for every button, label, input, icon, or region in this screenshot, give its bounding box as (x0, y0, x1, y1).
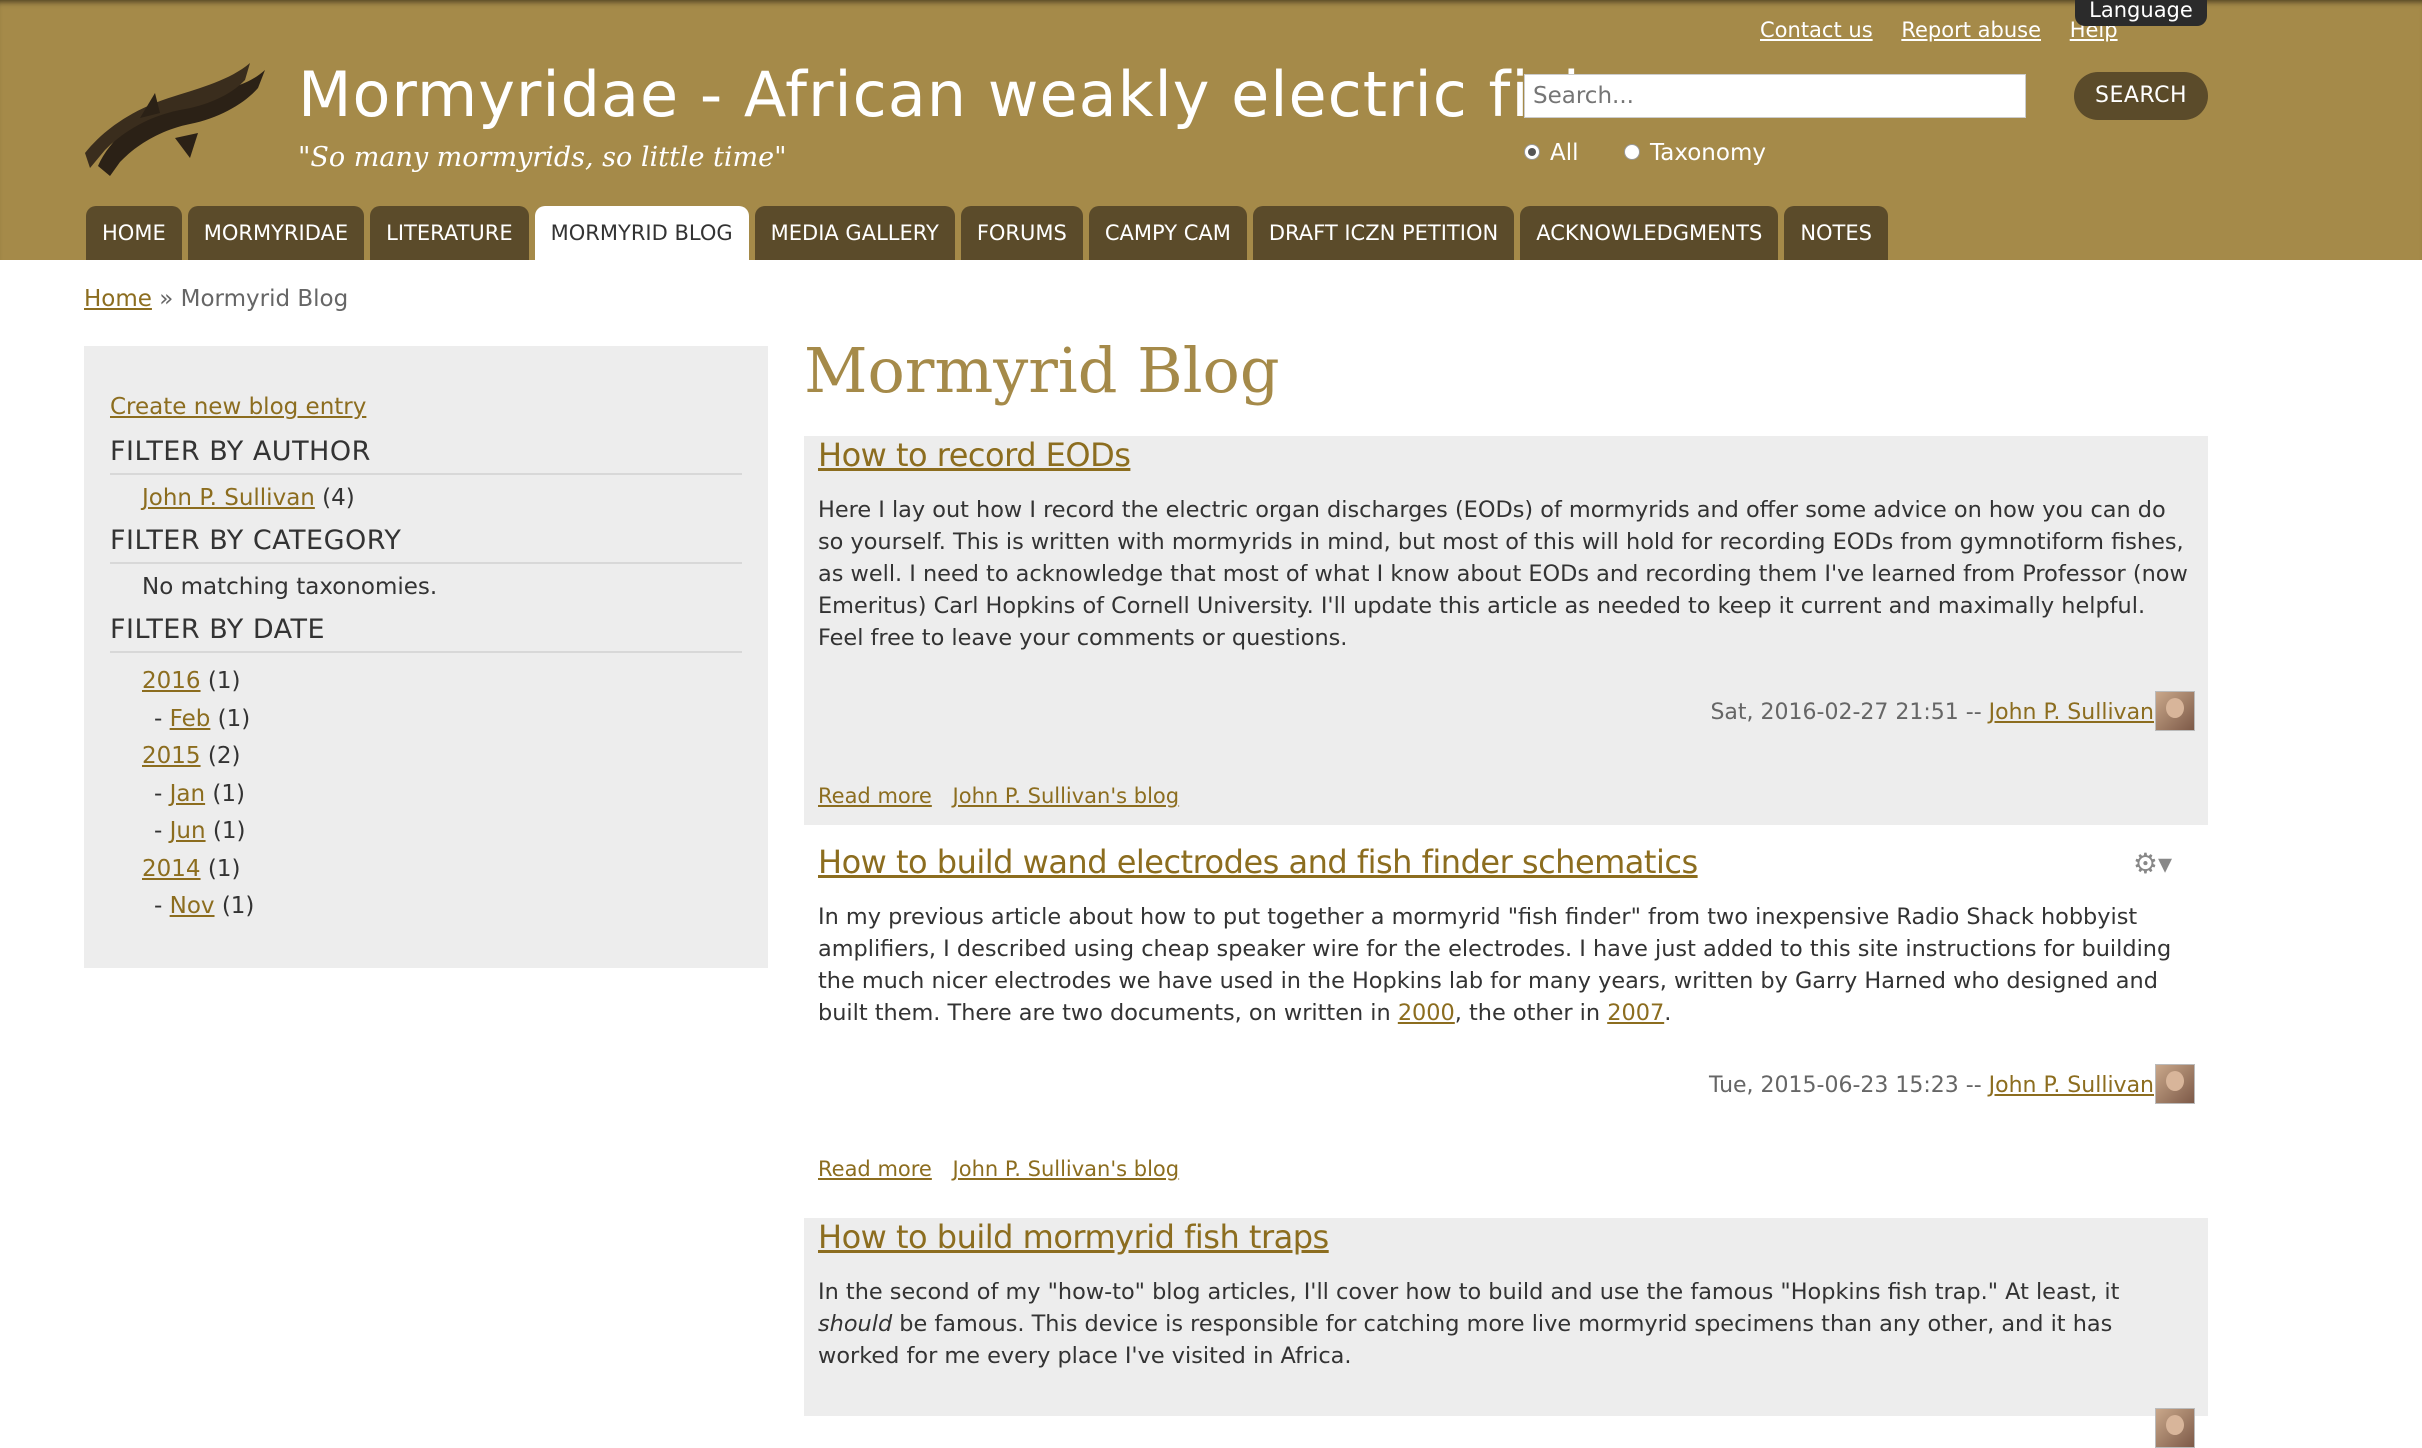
post-title-link[interactable]: How to build mormyrid fish traps (818, 1218, 1329, 1256)
search-input[interactable] (1524, 74, 2026, 118)
date-count: (1) (221, 893, 255, 919)
date-filter-link[interactable]: Jun (170, 818, 206, 844)
tab-home[interactable]: HOME (86, 206, 182, 260)
search-option-taxonomy[interactable]: Taxonomy (1624, 140, 1766, 166)
tab-campy-cam[interactable]: CAMPY CAM (1088, 206, 1247, 260)
post-meta: Sat, 2016-02-27 21:51 -- John P. Sulliva… (1710, 700, 2154, 725)
post-body-text: In the second of my "how-to" blog articl… (818, 1279, 2120, 1305)
date-prefix: - (154, 818, 170, 844)
post-body: Here I lay out how I record the electric… (818, 497, 2188, 651)
search-option-label: All (1550, 140, 1579, 166)
gear-icon[interactable]: ⚙▾ (2133, 847, 2172, 880)
radio-checked-icon[interactable] (1524, 143, 1540, 160)
filter-date-list: 2016 (1) - Feb (1) 2015 (2) - Jan (1) - … (110, 663, 742, 926)
date-count: (1) (212, 780, 245, 807)
read-more-link[interactable]: Read more (818, 784, 932, 808)
post-body-text: be famous. This device is responsible fo… (818, 1311, 2113, 1369)
author-filter-link[interactable]: John P. Sullivan (142, 485, 315, 511)
post-links: Read more John P. Sullivan's blog (818, 1157, 1193, 1181)
site-header: Mormyridae - African weakly electric fis… (0, 0, 2422, 260)
date-prefix: - (154, 780, 170, 807)
fish-logo-icon[interactable] (80, 58, 270, 178)
tab-acknowledgments[interactable]: ACKNOWLEDGMENTS (1520, 206, 1779, 260)
date-prefix: - (154, 893, 170, 919)
post-author-link[interactable]: John P. Sullivan (1989, 1073, 2154, 1098)
search-option-label: Taxonomy (1650, 140, 1766, 166)
date-filter-link[interactable]: 2014 (142, 856, 201, 882)
post-date: Sat, 2016-02-27 21:51 -- (1710, 700, 1982, 725)
search-button[interactable]: SEARCH (2074, 72, 2208, 120)
secondary-links: Contact us Report abuse Help (1738, 18, 2118, 42)
page-title: Mormyrid Blog (804, 334, 1280, 407)
post-date: Tue, 2015-06-23 15:23 -- (1708, 1073, 1982, 1098)
date-item-feb: - Feb (1) (110, 701, 742, 739)
contact-us-link[interactable]: Contact us (1760, 18, 1873, 42)
tab-mormyridae[interactable]: MORMYRIDAE (187, 206, 365, 260)
post-links: Read more John P. Sullivan's blog (818, 784, 1193, 808)
document-2000-link[interactable]: 2000 (1398, 1000, 1455, 1026)
breadcrumb-home-link[interactable]: Home (84, 286, 152, 312)
main-menu: HOME MORMYRIDAE LITERATURE MORMYRID BLOG MED… (86, 206, 1894, 260)
date-count: (1) (217, 705, 251, 732)
report-abuse-link[interactable]: Report abuse (1901, 18, 2041, 42)
date-item-jan: - Jan (1) (110, 776, 742, 814)
date-count: (1) (212, 818, 246, 844)
blog-post: How to record EODs Here I lay out how I … (804, 436, 2208, 825)
breadcrumb: Home » Mormyrid Blog (84, 286, 348, 312)
filter-category-empty: No matching taxonomies. (142, 574, 438, 600)
tab-notes[interactable]: NOTES (1784, 206, 1888, 260)
language-button[interactable]: Language (2075, 0, 2207, 26)
tab-mormyrid-blog[interactable]: MORMYRID BLOG (534, 206, 749, 260)
date-item-2016: 2016 (1) (110, 663, 742, 701)
avatar[interactable] (2155, 691, 2195, 731)
date-count: (1) (207, 855, 241, 882)
post-body-emphasis: should (818, 1311, 893, 1337)
date-filter-link[interactable]: Jan (170, 781, 205, 807)
post-body-text: , the other in (1454, 1000, 1608, 1026)
radio-unchecked-icon[interactable] (1624, 143, 1640, 160)
tab-draft-iczn-petition[interactable]: DRAFT ICZN PETITION (1252, 206, 1515, 260)
sidebar: Create new blog entry FILTER BY AUTHOR J… (84, 346, 768, 968)
tab-forums[interactable]: FORUMS (960, 206, 1083, 260)
document-2007-link[interactable]: 2007 (1607, 1000, 1664, 1026)
date-filter-link[interactable]: Feb (170, 706, 211, 732)
post-body: In the second of my "how-to" blog articl… (818, 1276, 2194, 1372)
date-filter-link[interactable]: 2016 (142, 668, 201, 694)
tab-media-gallery[interactable]: MEDIA GALLERY (754, 206, 955, 260)
post-body: In my previous article about how to put … (818, 901, 2194, 1029)
date-count: (2) (207, 743, 241, 769)
date-item-nov: - Nov (1) (110, 888, 742, 926)
post-body-text: . (1664, 1000, 1672, 1026)
date-filter-link[interactable]: 2015 (142, 743, 201, 769)
site-slogan: "So many mormyrids, so little time" (298, 142, 787, 173)
date-filter-link[interactable]: Nov (170, 893, 215, 919)
read-more-link[interactable]: Read more (818, 1157, 932, 1181)
author-blog-link[interactable]: John P. Sullivan's blog (953, 1157, 1180, 1181)
author-blog-link[interactable]: John P. Sullivan's blog (953, 784, 1180, 808)
blog-post: How to build wand electrodes and fish fi… (804, 843, 2208, 1205)
date-item-jun: - Jun (1) (110, 813, 742, 851)
date-count: (1) (207, 668, 241, 694)
breadcrumb-separator: » (159, 286, 174, 312)
blog-post: How to build mormyrid fish traps In the … (804, 1218, 2208, 1448)
post-meta: Tue, 2015-06-23 15:23 -- John P. Sulliva… (1709, 1073, 2154, 1098)
post-title-link[interactable]: How to build wand electrodes and fish fi… (818, 843, 1698, 881)
filter-author-item: John P. Sullivan (4) (110, 485, 742, 511)
avatar[interactable] (2155, 1408, 2195, 1448)
author-count: (4) (322, 485, 355, 511)
post-title-link[interactable]: How to record EODs (818, 436, 1131, 474)
post-author-link[interactable]: John P. Sullivan (1989, 700, 2154, 725)
filter-date-title: FILTER BY DATE (110, 614, 742, 653)
avatar[interactable] (2155, 1064, 2195, 1104)
date-item-2015: 2015 (2) (110, 738, 742, 776)
search-option-all[interactable]: All (1524, 140, 1579, 166)
filter-author-title: FILTER BY AUTHOR (110, 436, 742, 475)
filter-category-title: FILTER BY CATEGORY (110, 525, 742, 564)
date-item-2014: 2014 (1) (110, 851, 742, 889)
breadcrumb-current: Mormyrid Blog (180, 286, 349, 312)
site-name[interactable]: Mormyridae - African weakly electric fis… (298, 58, 1676, 131)
tab-literature[interactable]: LITERATURE (370, 206, 529, 260)
create-blog-entry-link[interactable]: Create new blog entry (110, 394, 742, 420)
date-prefix: - (154, 705, 170, 732)
